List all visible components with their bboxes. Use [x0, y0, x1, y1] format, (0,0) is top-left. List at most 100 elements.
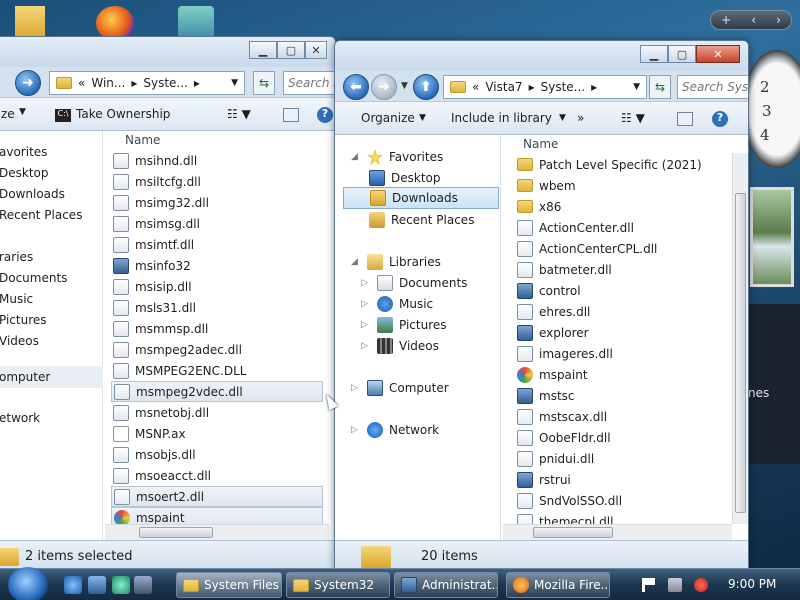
title-bar[interactable]: ▁ ▢ ✕: [0, 37, 335, 67]
breadcrumb-overflow[interactable]: «: [472, 80, 479, 94]
expand-icon[interactable]: ▷: [351, 425, 361, 435]
next-gadget-icon[interactable]: ›: [776, 13, 781, 27]
chevron-down-icon[interactable]: ▼: [559, 113, 566, 123]
file-row[interactable]: msmpeg2adec.dll: [111, 339, 323, 360]
column-header-name[interactable]: Name: [503, 135, 558, 153]
taskbar-item-firefox[interactable]: Mozilla Fire...: [506, 572, 610, 598]
file-row[interactable]: MSMPEG2ENC.DLL: [111, 360, 323, 381]
switch-windows-icon[interactable]: [134, 576, 152, 594]
desktop-app-icon[interactable]: [178, 6, 214, 40]
column-header-name[interactable]: Name: [105, 131, 160, 149]
nav-libraries[interactable]: ◢ Libraries: [351, 254, 441, 270]
horizontal-scrollbar[interactable]: [105, 524, 329, 540]
file-row[interactable]: SndVolSSO.dll: [515, 490, 715, 511]
taskbar-item-system32[interactable]: System32: [286, 572, 390, 598]
taskbar-clock[interactable]: 9:00 PM: [728, 577, 776, 591]
help-icon[interactable]: ?: [712, 111, 728, 127]
file-row[interactable]: ActionCenterCPL.dll: [515, 238, 715, 259]
file-row[interactable]: pnidui.dll: [515, 448, 715, 469]
views-icon[interactable]: ☷ ▼: [227, 107, 251, 121]
nav-network[interactable]: etwork: [0, 411, 40, 425]
file-row[interactable]: mstscax.dll: [515, 406, 715, 427]
desktop-folder-icon[interactable]: [15, 6, 45, 40]
nav-videos[interactable]: Videos: [0, 334, 39, 348]
expand-icon[interactable]: ◢: [351, 257, 361, 267]
forward-button[interactable]: ➜: [371, 74, 397, 100]
nav-desktop[interactable]: Desktop: [0, 166, 49, 180]
chevron-right-icon[interactable]: ▸: [194, 76, 200, 90]
add-gadget-icon[interactable]: +: [721, 13, 731, 27]
nav-favorites[interactable]: ◢ Favorites: [351, 149, 443, 165]
file-row[interactable]: msihnd.dll: [111, 150, 323, 171]
file-row[interactable]: msoeacct.dll: [111, 465, 323, 486]
preview-pane-icon[interactable]: [283, 108, 299, 122]
scroll-thumb[interactable]: [533, 527, 613, 538]
preview-pane-icon[interactable]: [677, 112, 693, 126]
prev-gadget-icon[interactable]: ‹: [751, 13, 756, 27]
file-row[interactable]: msinfo32: [111, 255, 323, 276]
chevron-down-icon[interactable]: ▼: [19, 107, 26, 117]
breadcrumb-overflow[interactable]: «: [78, 76, 85, 90]
firefox-icon[interactable]: [96, 6, 134, 40]
internet-explorer-icon[interactable]: [64, 576, 82, 594]
search-input[interactable]: Search S: [283, 71, 335, 95]
address-bar[interactable]: « Vista7 ▸ Syste... ▸ ▼: [443, 75, 647, 99]
nav-documents[interactable]: ▷ Documents: [361, 275, 467, 291]
more-commands-icon[interactable]: »: [577, 111, 584, 125]
chevron-right-icon[interactable]: ▸: [529, 80, 535, 94]
file-row[interactable]: x86: [515, 196, 715, 217]
back-button[interactable]: ⬅: [343, 74, 369, 100]
breadcrumb-segment[interactable]: Vista7: [485, 80, 522, 94]
nav-libraries[interactable]: raries: [0, 250, 33, 264]
file-row[interactable]: msls31.dll: [111, 297, 323, 318]
file-row[interactable]: msoert2.dll: [111, 486, 323, 507]
gadget-control-bar[interactable]: + ‹ ›: [710, 10, 792, 30]
minimize-button[interactable]: ▁: [249, 41, 277, 59]
expand-icon[interactable]: ▷: [361, 299, 371, 309]
file-row[interactable]: msnetobj.dll: [111, 402, 323, 423]
expand-icon[interactable]: ▷: [361, 320, 371, 330]
expand-icon[interactable]: ▷: [351, 383, 361, 393]
nav-music[interactable]: Music: [0, 292, 33, 306]
take-ownership-button[interactable]: Take Ownership: [76, 107, 170, 121]
scroll-thumb[interactable]: [735, 193, 746, 513]
network-icon[interactable]: [668, 578, 682, 592]
forward-button[interactable]: ➜: [15, 70, 41, 96]
breadcrumb-segment[interactable]: Win...: [91, 76, 125, 90]
file-row[interactable]: ActionCenter.dll: [515, 217, 715, 238]
file-row[interactable]: explorer: [515, 322, 715, 343]
organize-button[interactable]: Organize: [361, 111, 415, 125]
file-row[interactable]: msmpeg2vdec.dll: [111, 381, 323, 402]
expand-icon[interactable]: ◢: [351, 152, 361, 162]
include-in-library-button[interactable]: Include in library: [451, 111, 552, 125]
title-bar[interactable]: ▁ ▢ ✕: [335, 41, 748, 71]
refresh-button[interactable]: ⇆: [649, 75, 671, 99]
address-bar[interactable]: « Win... ▸ Syste... ▸ ▼: [49, 71, 245, 95]
file-row[interactable]: Patch Level Specific (2021): [515, 154, 715, 175]
expand-icon[interactable]: ▷: [361, 341, 371, 351]
nav-downloads[interactable]: Downloads: [0, 187, 65, 201]
chevron-down-icon[interactable]: ▼: [419, 113, 426, 123]
close-button[interactable]: ✕: [305, 41, 327, 59]
nav-pictures[interactable]: ▷ Pictures: [361, 317, 447, 333]
file-row[interactable]: mstsc: [515, 385, 715, 406]
file-row[interactable]: imageres.dll: [515, 343, 715, 364]
file-row[interactable]: OobeFldr.dll: [515, 427, 715, 448]
file-row[interactable]: control: [515, 280, 715, 301]
search-input[interactable]: Search Syst: [677, 75, 748, 99]
nav-videos[interactable]: ▷ Videos: [361, 338, 439, 354]
start-button[interactable]: [8, 567, 48, 600]
expand-icon[interactable]: ▷: [361, 278, 371, 288]
file-row[interactable]: msisip.dll: [111, 276, 323, 297]
nav-pictures[interactable]: Pictures: [0, 313, 47, 327]
file-row[interactable]: ehres.dll: [515, 301, 715, 322]
file-row[interactable]: MSNP.ax: [111, 423, 323, 444]
minimize-button[interactable]: ▁: [640, 45, 668, 63]
media-player-icon[interactable]: [112, 576, 130, 594]
views-icon[interactable]: ☷ ▼: [621, 111, 645, 125]
file-row[interactable]: msimsg.dll: [111, 213, 323, 234]
maximize-button[interactable]: ▢: [668, 45, 696, 63]
explorer-window-system-files[interactable]: ▁ ▢ ✕ ⬅ ➜ ▼ ⬆ « Vista7 ▸ Syste... ▸ ▼ ⇆ …: [334, 40, 749, 573]
volume-muted-icon[interactable]: [694, 578, 708, 592]
action-center-flag-icon[interactable]: [642, 578, 656, 592]
